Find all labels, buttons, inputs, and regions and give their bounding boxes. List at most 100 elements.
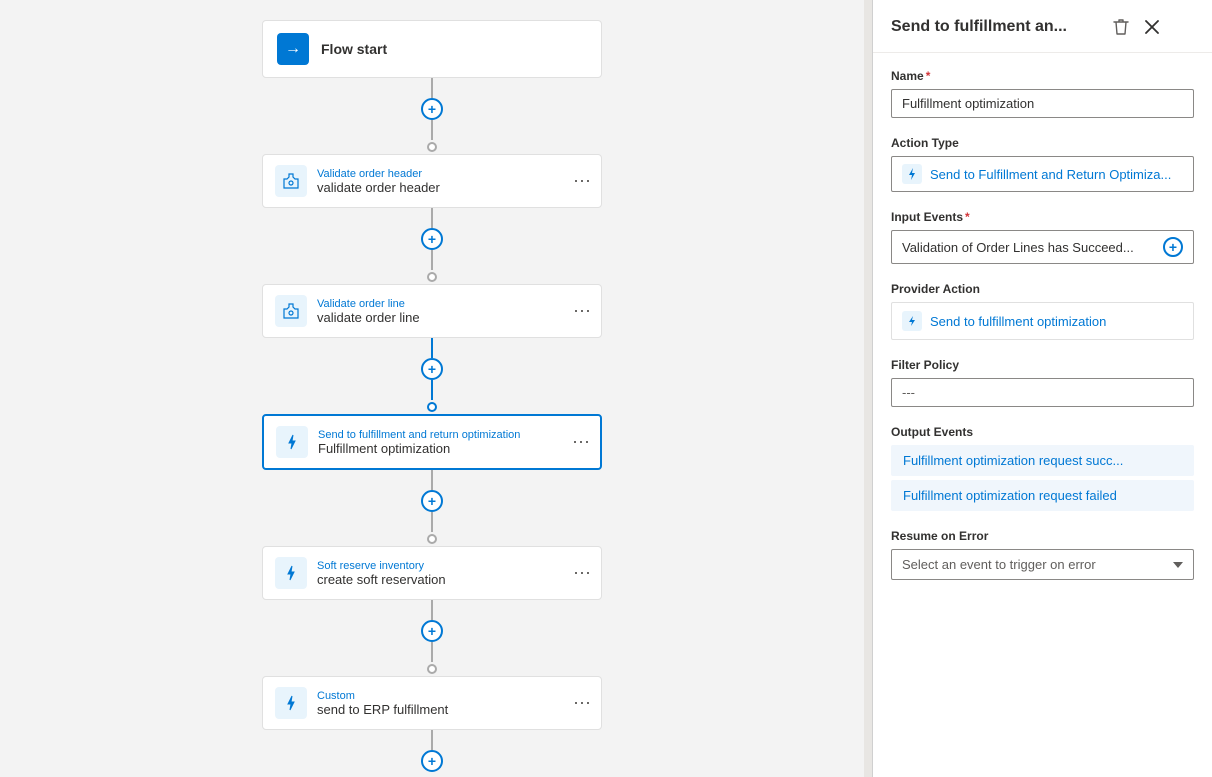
add-btn-2[interactable]: + (421, 228, 443, 250)
flow-canvas: → Flow start + Validate order header val… (0, 0, 864, 777)
panel-divider (864, 0, 872, 777)
line-4 (431, 470, 433, 490)
node-custom-erp[interactable]: Custom send to ERP fulfillment ⋯ (262, 676, 602, 730)
output-events-list: Fulfillment optimization request succ...… (891, 445, 1194, 511)
node-custom-erp-name: send to ERP fulfillment (317, 702, 589, 717)
panel-title: Send to fulfillment an... (891, 18, 1111, 36)
node-fulfillment-top-label: Send to fulfillment and return optimizat… (318, 429, 588, 441)
name-field-group: Name* (891, 69, 1194, 118)
node-soft-reserve[interactable]: Soft reserve inventory create soft reser… (262, 546, 602, 600)
input-events-add-button[interactable]: + (1163, 237, 1183, 257)
flow-start-icon: → (277, 33, 309, 65)
input-events-box[interactable]: Validation of Order Lines has Succeed...… (891, 230, 1194, 264)
close-button[interactable] (1143, 18, 1161, 36)
resume-on-error-select[interactable]: Select an event to trigger on error (891, 549, 1194, 580)
output-events-field-group: Output Events Fulfillment optimization r… (891, 425, 1194, 511)
node-soft-reserve-text: Soft reserve inventory create soft reser… (317, 560, 589, 587)
node-validate-header-icon (275, 165, 307, 197)
output-event-item-1[interactable]: Fulfillment optimization request failed (891, 480, 1194, 511)
node-fulfillment-menu[interactable]: ⋯ (572, 433, 590, 451)
name-input[interactable] (891, 89, 1194, 118)
input-events-text: Validation of Order Lines has Succeed... (902, 240, 1157, 255)
node-soft-reserve-icon (275, 557, 307, 589)
provider-action-label: Provider Action (891, 282, 1194, 296)
line-1 (431, 78, 433, 98)
circle-3 (427, 402, 437, 412)
connector-4: + (421, 470, 443, 546)
node-fulfillment-icon (276, 426, 308, 458)
panel-header: Send to fulfillment an... (873, 0, 1212, 53)
resume-on-error-select-wrapper: Select an event to trigger on error (891, 549, 1194, 580)
line-5 (431, 600, 433, 620)
provider-action-icon (902, 311, 922, 331)
action-type-label: Action Type (891, 136, 1194, 150)
resume-on-error-field-group: Resume on Error Select an event to trigg… (891, 529, 1194, 580)
node-validate-header-menu[interactable]: ⋯ (573, 172, 591, 190)
connector-3: + (421, 338, 443, 414)
action-type-icon (902, 164, 922, 184)
node-validate-line-menu[interactable]: ⋯ (573, 302, 591, 320)
circle-5 (427, 664, 437, 674)
node-validate-header[interactable]: Validate order header validate order hea… (262, 154, 602, 208)
add-btn-4[interactable]: + (421, 490, 443, 512)
line-1b (431, 120, 433, 140)
connector-1: + (421, 78, 443, 154)
output-events-label: Output Events (891, 425, 1194, 439)
node-validate-header-text: Validate order header validate order hea… (317, 168, 589, 195)
connector-5: + (421, 600, 443, 676)
circle-2 (427, 272, 437, 282)
add-btn-1[interactable]: + (421, 98, 443, 120)
node-soft-reserve-menu[interactable]: ⋯ (573, 564, 591, 582)
provider-action-field-group: Provider Action Send to fulfillment opti… (891, 282, 1194, 340)
filter-policy-label: Filter Policy (891, 358, 1194, 372)
action-type-text: Send to Fulfillment and Return Optimiza.… (930, 167, 1183, 182)
delete-button[interactable] (1111, 16, 1131, 38)
filter-policy-field-group: Filter Policy (891, 358, 1194, 407)
filter-policy-input[interactable] (891, 378, 1194, 407)
line-2b (431, 250, 433, 270)
node-custom-erp-menu[interactable]: ⋯ (573, 694, 591, 712)
circle-1 (427, 142, 437, 152)
node-validate-header-top-label: Validate order header (317, 168, 589, 180)
add-btn-5[interactable]: + (421, 620, 443, 642)
node-validate-line-icon (275, 295, 307, 327)
node-validate-line[interactable]: Validate order line validate order line … (262, 284, 602, 338)
flow-inner: → Flow start + Validate order header val… (252, 20, 612, 772)
name-required: * (926, 69, 931, 83)
input-events-field-group: Input Events* Validation of Order Lines … (891, 210, 1194, 264)
provider-action-box: Send to fulfillment optimization (891, 302, 1194, 340)
node-validate-header-name: validate order header (317, 180, 589, 195)
flow-start-label: Flow start (321, 41, 387, 57)
input-events-label: Input Events* (891, 210, 1194, 224)
output-event-item-0[interactable]: Fulfillment optimization request succ... (891, 445, 1194, 476)
line-3 (431, 338, 433, 358)
node-custom-erp-top-label: Custom (317, 690, 589, 702)
connector-2: + (421, 208, 443, 284)
line-5b (431, 642, 433, 662)
panel-body: Name* Action Type Send to Fulfillment an… (873, 53, 1212, 596)
node-validate-line-name: validate order line (317, 310, 589, 325)
line-4b (431, 512, 433, 532)
input-events-required: * (965, 210, 970, 224)
line-3b (431, 380, 433, 400)
node-soft-reserve-top-label: Soft reserve inventory (317, 560, 589, 572)
line-6 (431, 730, 433, 750)
action-type-button[interactable]: Send to Fulfillment and Return Optimiza.… (891, 156, 1194, 192)
add-btn-3[interactable]: + (421, 358, 443, 380)
node-validate-line-text: Validate order line validate order line (317, 298, 589, 325)
side-panel: Send to fulfillment an... Name* (872, 0, 1212, 777)
node-fulfillment-name: Fulfillment optimization (318, 441, 588, 456)
node-fulfillment-opt[interactable]: Send to fulfillment and return optimizat… (262, 414, 602, 470)
connector-6: + (421, 730, 443, 772)
resume-on-error-label: Resume on Error (891, 529, 1194, 543)
node-soft-reserve-name: create soft reservation (317, 572, 589, 587)
flow-start-node[interactable]: → Flow start (262, 20, 602, 78)
circle-4 (427, 534, 437, 544)
node-fulfillment-text: Send to fulfillment and return optimizat… (318, 429, 588, 456)
line-2 (431, 208, 433, 228)
node-validate-line-top-label: Validate order line (317, 298, 589, 310)
add-btn-6[interactable]: + (421, 750, 443, 772)
name-label: Name* (891, 69, 1194, 83)
provider-action-text: Send to fulfillment optimization (930, 314, 1106, 329)
panel-header-actions (1111, 16, 1161, 38)
